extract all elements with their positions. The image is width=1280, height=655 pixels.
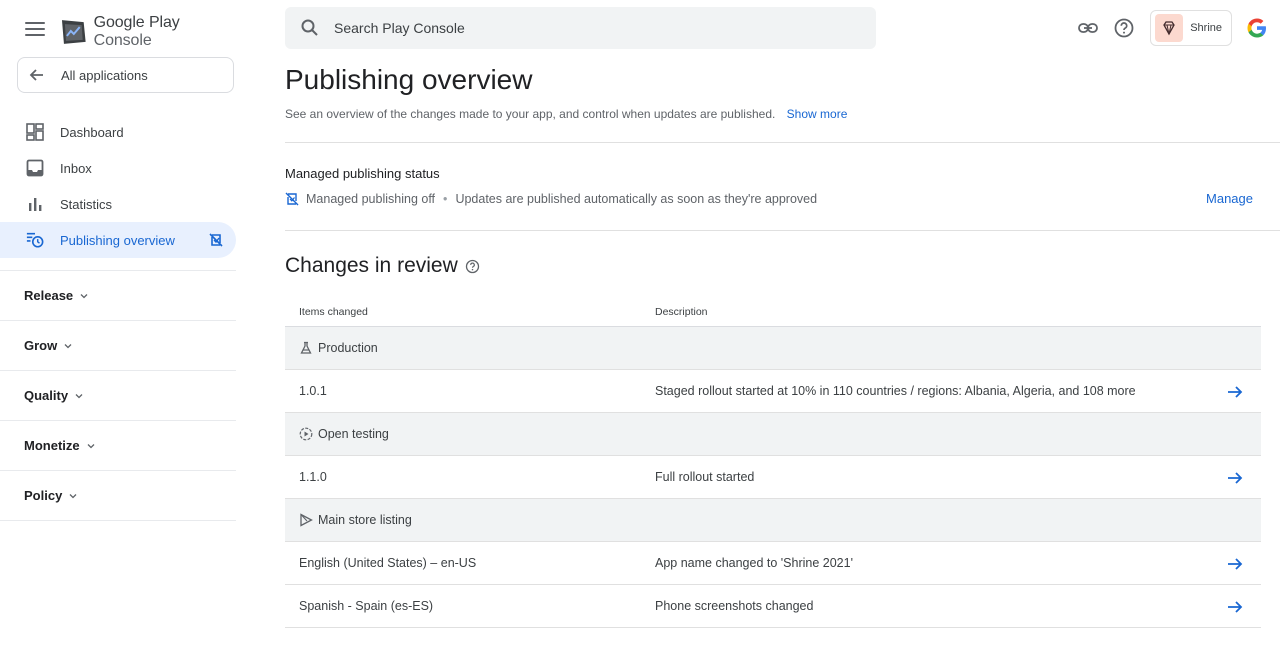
sidebar-item-statistics[interactable]: Statistics xyxy=(0,186,236,222)
arrow-forward-icon[interactable] xyxy=(1227,384,1243,400)
column-header-items-changed: Items changed xyxy=(299,305,368,318)
divider xyxy=(285,142,1280,143)
search-input[interactable]: Search Play Console xyxy=(285,7,876,49)
section-label: Policy xyxy=(24,488,63,503)
changes-table: Items changed Description Production 1.0… xyxy=(285,297,1261,628)
item-changed-cell: Spanish - Spain (es-ES) xyxy=(299,599,434,613)
menu-area xyxy=(24,14,46,44)
publishing-overview-icon xyxy=(26,231,44,249)
description-cell: App name changed to 'Shrine 2021' xyxy=(655,556,853,570)
table-row[interactable]: 1.1.0 Full rollout started xyxy=(285,456,1261,499)
logo-text-secondary: Console xyxy=(93,32,152,49)
group-row-production: Production xyxy=(285,327,1261,370)
changes-in-review-title: Changes in review xyxy=(285,254,480,278)
all-applications-button[interactable]: All applications xyxy=(17,57,234,93)
page-description: See an overview of the changes made to y… xyxy=(285,107,847,121)
inbox-icon xyxy=(26,159,44,177)
production-icon xyxy=(300,341,312,354)
help-icon[interactable] xyxy=(465,259,480,274)
arrow-forward-icon[interactable] xyxy=(1227,599,1243,615)
sidebar-section-grow[interactable]: Grow xyxy=(0,320,236,370)
play-console-logo-icon xyxy=(61,20,86,44)
arrow-forward-icon[interactable] xyxy=(1227,556,1243,572)
group-label: Main store listing xyxy=(318,513,412,527)
item-changed-cell: English (United States) – en-US xyxy=(299,556,477,570)
sidebar-item-label: Statistics xyxy=(60,196,113,212)
play-console-logo[interactable]: Google Play Console xyxy=(60,14,240,50)
header-actions: Shrine xyxy=(1076,10,1268,46)
sidebar-item-publishing-overview[interactable]: Publishing overview xyxy=(0,222,236,258)
sidebar-item-label: Inbox xyxy=(60,160,92,176)
chevron-down-icon xyxy=(69,493,77,498)
managed-publishing-title: Managed publishing status xyxy=(285,166,440,181)
column-header-description: Description xyxy=(655,305,708,318)
table-row[interactable]: Spanish - Spain (es-ES) Phone screenshot… xyxy=(285,585,1261,628)
table-header: Items changed Description xyxy=(285,297,1261,327)
description-cell: Staged rollout started at 10% in 110 cou… xyxy=(655,384,1136,398)
open-testing-icon xyxy=(299,427,313,441)
managed-publishing-off-icon xyxy=(209,233,223,247)
arrow-forward-icon[interactable] xyxy=(1227,470,1243,486)
sidebar-sections: Release Grow Quality Monetize Policy xyxy=(0,270,236,521)
manage-button[interactable]: Manage xyxy=(1206,191,1253,206)
managed-publishing-status-text: Managed publishing off xyxy=(306,192,436,206)
table-row[interactable]: 1.0.1 Staged rollout started at 10% in 1… xyxy=(285,370,1261,413)
help-icon[interactable] xyxy=(1112,16,1136,40)
show-more-link[interactable]: Show more xyxy=(787,107,848,121)
page-description-text: See an overview of the changes made to y… xyxy=(285,107,776,121)
back-arrow-icon xyxy=(29,69,43,81)
sidebar-nav: Dashboard Inbox Statistics Publishing ov… xyxy=(0,114,236,258)
group-row-open-testing: Open testing xyxy=(285,413,1261,456)
sidebar-item-label: Publishing overview xyxy=(60,232,175,248)
app-name: Shrine xyxy=(1190,22,1222,34)
sidebar: Google Play Console All applications Das… xyxy=(0,0,240,655)
sidebar-item-dashboard[interactable]: Dashboard xyxy=(0,114,236,150)
sidebar-section-release[interactable]: Release xyxy=(0,270,236,320)
logo-text-primary: Google Play xyxy=(93,14,180,31)
managed-publishing-status: Managed publishing off • Updates are pub… xyxy=(285,192,817,206)
section-label: Release xyxy=(24,288,74,303)
google-account-icon[interactable] xyxy=(1246,17,1268,39)
divider xyxy=(285,230,1280,231)
description-cell: Full rollout started xyxy=(655,470,755,484)
group-label: Open testing xyxy=(318,427,389,441)
managed-publishing-detail: Updates are published automatically as s… xyxy=(455,192,818,206)
search-placeholder: Search Play Console xyxy=(334,20,465,36)
app-switcher-chip[interactable]: Shrine xyxy=(1150,10,1232,46)
store-listing-icon xyxy=(300,513,313,527)
dashboard-icon xyxy=(26,123,44,141)
group-row-main-store-listing: Main store listing xyxy=(285,499,1261,542)
sidebar-section-policy[interactable]: Policy xyxy=(0,470,236,520)
table-row[interactable]: English (United States) – en-US App name… xyxy=(285,542,1261,585)
item-changed-cell: 1.1.0 xyxy=(299,470,327,484)
chevron-down-icon xyxy=(87,443,95,448)
chevron-down-icon xyxy=(80,293,88,298)
chevron-down-icon xyxy=(75,393,83,398)
app-icon xyxy=(1155,14,1184,42)
menu-icon[interactable] xyxy=(24,20,46,38)
chevron-down-icon xyxy=(64,343,72,348)
sidebar-item-inbox[interactable]: Inbox xyxy=(0,150,236,186)
section-label: Quality xyxy=(24,388,69,403)
sidebar-divider xyxy=(0,520,236,521)
managed-publishing-off-icon xyxy=(285,192,299,206)
sidebar-item-label: Dashboard xyxy=(60,124,124,140)
section-label: Grow xyxy=(24,338,58,353)
group-label: Production xyxy=(318,341,378,355)
description-cell: Phone screenshots changed xyxy=(655,599,814,613)
section-label: Monetize xyxy=(24,438,80,453)
item-changed-cell: 1.0.1 xyxy=(299,384,327,398)
sidebar-section-quality[interactable]: Quality xyxy=(0,370,236,420)
page-title: Publishing overview xyxy=(285,64,533,95)
link-icon[interactable] xyxy=(1076,16,1100,40)
search-icon xyxy=(301,19,318,36)
changes-in-review-heading: Changes in review xyxy=(285,254,458,277)
separator-dot: • xyxy=(443,192,448,206)
statistics-icon xyxy=(26,195,44,213)
all-applications-label: All applications xyxy=(61,67,148,83)
sidebar-section-monetize[interactable]: Monetize xyxy=(0,420,236,470)
